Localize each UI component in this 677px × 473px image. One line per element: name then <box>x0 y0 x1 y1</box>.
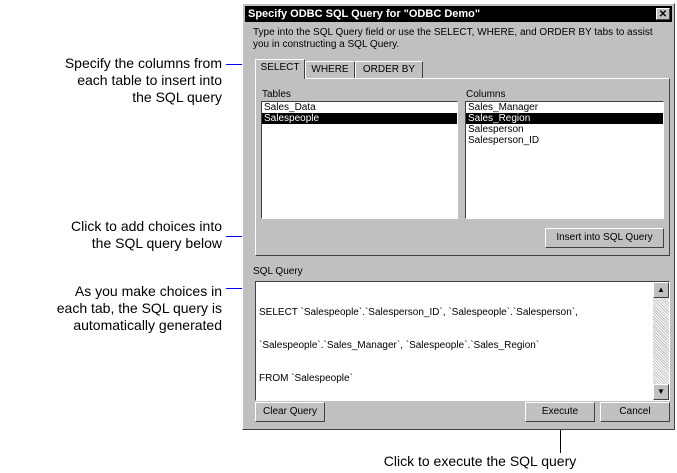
dialog-title-bar[interactable]: Specify ODBC SQL Query for "ODBC Demo" ✕ <box>245 6 672 22</box>
list-item[interactable]: Sales_Manager <box>466 102 663 113</box>
list-item[interactable]: Salespeople <box>262 113 457 124</box>
tables-list[interactable]: Sales_Data Salespeople <box>261 101 458 219</box>
scroll-down-icon[interactable]: ▼ <box>653 384 669 400</box>
callout-columns: Specify the columns from each table to i… <box>64 55 222 105</box>
insert-into-sql-query-button[interactable]: Insert into SQL Query <box>545 228 664 248</box>
execute-button[interactable]: Execute <box>525 402 595 422</box>
list-item[interactable]: Sales_Region <box>466 113 663 124</box>
list-item[interactable]: Salesperson <box>466 124 663 135</box>
tables-label: Tables <box>262 89 291 100</box>
callout-insert: Click to add choices into the SQL query … <box>71 218 222 251</box>
sql-query-text: SELECT `Salespeople`.`Salesperson_ID`, `… <box>259 307 578 384</box>
cancel-button[interactable]: Cancel <box>600 402 670 422</box>
close-icon[interactable]: ✕ <box>656 8 670 20</box>
scroll-up-icon[interactable]: ▲ <box>653 282 669 298</box>
list-item[interactable]: Sales_Data <box>262 102 457 113</box>
sql-query-label: SQL Query <box>253 266 303 277</box>
columns-list[interactable]: Sales_Manager Sales_Region Salesperson S… <box>465 101 664 219</box>
tab-where[interactable]: WHERE <box>305 61 355 78</box>
tab-select[interactable]: SELECT <box>255 59 305 79</box>
select-tab-panel: Tables Sales_Data Salespeople Columns Sa… <box>255 78 670 256</box>
odbc-query-dialog: Specify ODBC SQL Query for "ODBC Demo" ✕… <box>242 3 675 430</box>
dialog-title: Specify ODBC SQL Query for "ODBC Demo" <box>248 8 481 20</box>
callout-generated: As you make choices in each tab, the SQL… <box>56 283 222 333</box>
columns-label: Columns <box>466 89 506 100</box>
tab-order-by[interactable]: ORDER BY <box>355 61 423 78</box>
list-item[interactable]: Salesperson_ID <box>466 135 663 146</box>
clear-query-button[interactable]: Clear Query <box>255 402 325 422</box>
vertical-scrollbar[interactable]: ▲ ▼ <box>653 282 669 400</box>
callout-execute: Click to execute the SQL query <box>383 453 577 469</box>
intro-text: Type into the SQL Query field or use the… <box>253 27 653 50</box>
sql-query-field[interactable]: SELECT `Salespeople`.`Salesperson_ID`, `… <box>255 281 670 401</box>
